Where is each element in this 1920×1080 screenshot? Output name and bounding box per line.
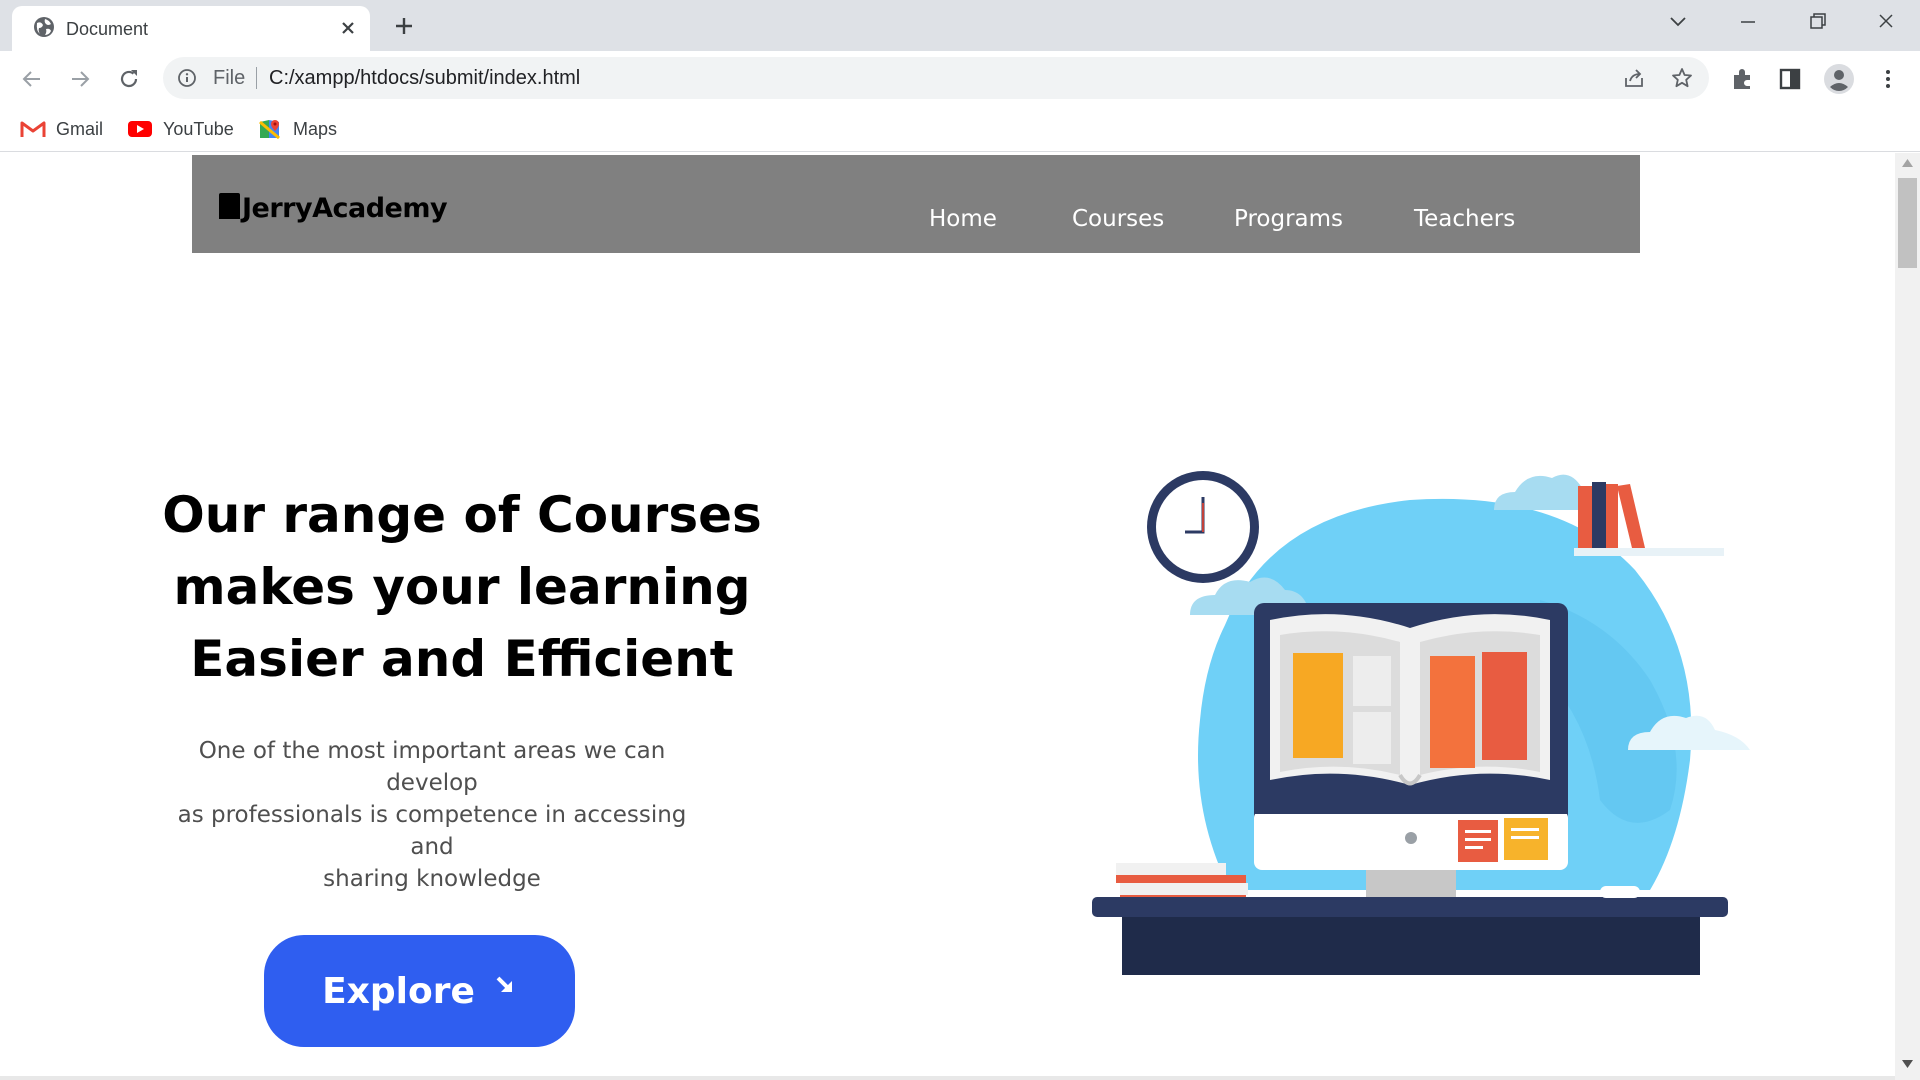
kebab-menu-icon[interactable] xyxy=(1875,66,1901,92)
hero-text-line: as professionals is competence in access… xyxy=(177,802,687,860)
bookmark-youtube[interactable]: YouTube xyxy=(127,117,234,141)
hero-description: One of the most important areas we can d… xyxy=(160,735,704,895)
chevron-down-icon[interactable] xyxy=(1660,8,1696,36)
new-tab-icon[interactable] xyxy=(390,12,418,40)
gmail-icon xyxy=(20,121,46,137)
nav-link-home[interactable]: Home xyxy=(929,206,997,232)
address-bar[interactable]: File C:/xampp/htdocs/submit/index.html xyxy=(163,57,1709,99)
bookmarks-bar: Gmail YouTube Maps xyxy=(0,107,1920,152)
hero-title-line: makes your learning xyxy=(173,558,751,616)
address-divider xyxy=(256,67,257,89)
forward-arrow-icon[interactable] xyxy=(64,63,96,95)
restore-icon[interactable] xyxy=(1799,8,1835,36)
extensions-icon[interactable] xyxy=(1730,66,1756,92)
hero-text-line: sharing knowledge xyxy=(323,866,541,892)
tab-title: Document xyxy=(66,19,149,39)
horizontal-scrollbar-track xyxy=(0,1076,1895,1080)
site-logo[interactable]: JerryAcademy xyxy=(242,193,448,224)
scheme-label: File xyxy=(213,67,246,89)
share-icon[interactable] xyxy=(1622,66,1646,90)
profile-avatar-icon[interactable] xyxy=(1822,62,1856,96)
reload-icon[interactable] xyxy=(113,63,145,95)
scroll-down-arrow-icon[interactable] xyxy=(1902,1060,1913,1068)
tab-strip: Document xyxy=(0,0,1920,51)
hero-title: Our range of Courses makes your learning… xyxy=(140,479,784,695)
hero-title-line: Easier and Efficient xyxy=(190,630,734,688)
star-icon[interactable] xyxy=(1670,66,1694,90)
nav-link-programs[interactable]: Programs xyxy=(1234,206,1343,232)
explore-label: Explore xyxy=(322,970,475,1012)
nav-link-teachers[interactable]: Teachers xyxy=(1414,206,1515,232)
youtube-icon xyxy=(128,121,152,137)
side-panel-icon[interactable] xyxy=(1777,66,1803,92)
scrollbar-thumb[interactable] xyxy=(1898,178,1917,268)
url-text[interactable]: C:/xampp/htdocs/submit/index.html xyxy=(269,67,580,90)
maps-icon xyxy=(259,120,280,139)
book-logo-icon xyxy=(219,193,240,219)
back-arrow-icon[interactable] xyxy=(16,63,48,95)
hero-text-line: One of the most important areas we can d… xyxy=(198,738,666,796)
info-icon[interactable] xyxy=(177,68,197,88)
nav-link-courses[interactable]: Courses xyxy=(1072,206,1164,232)
close-icon[interactable] xyxy=(337,17,359,39)
site-navbar: JerryAcademy Home Courses Programs Teach… xyxy=(192,155,1640,253)
browser-tab[interactable]: Document xyxy=(12,6,370,51)
hero-title-line: Our range of Courses xyxy=(162,486,762,544)
bookmark-label: Maps xyxy=(293,118,338,139)
explore-button[interactable]: Explore xyxy=(264,935,575,1047)
bookmark-gmail[interactable]: Gmail xyxy=(20,117,103,141)
vertical-scrollbar[interactable] xyxy=(1895,153,1920,1080)
scroll-up-arrow-icon[interactable] xyxy=(1902,159,1913,167)
globe-icon xyxy=(34,17,54,37)
window-close-icon[interactable] xyxy=(1868,8,1904,36)
bookmark-label: Gmail xyxy=(56,118,104,139)
learning-illustration xyxy=(1092,471,1750,975)
bookmark-maps[interactable]: Maps xyxy=(257,117,337,141)
bookmark-label: YouTube xyxy=(163,118,234,139)
arrow-down-right-icon xyxy=(496,976,512,992)
page-viewport: JerryAcademy Home Courses Programs Teach… xyxy=(0,153,1920,1080)
minimize-icon[interactable] xyxy=(1730,8,1766,36)
